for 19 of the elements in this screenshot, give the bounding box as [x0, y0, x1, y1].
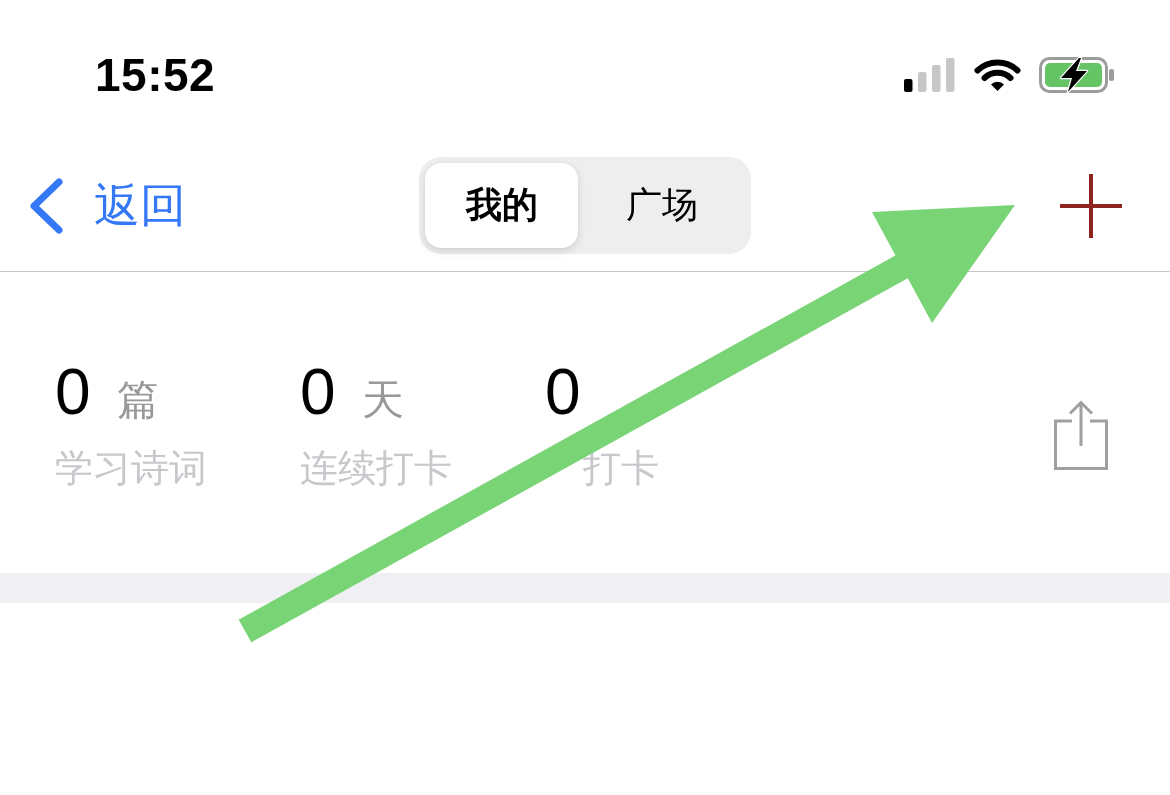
- wifi-icon: [974, 58, 1021, 92]
- chevron-left-icon: [28, 176, 64, 235]
- stat-unit: 篇: [116, 377, 159, 424]
- stat-value: 0: [545, 360, 581, 424]
- signal-icon: [904, 58, 956, 92]
- stat-unit: 天: [361, 377, 404, 424]
- segment-tab[interactable]: 我的: [425, 163, 578, 248]
- status-time: 15:52: [95, 48, 216, 102]
- plus-icon: [1060, 173, 1122, 238]
- add-button[interactable]: [1060, 173, 1122, 238]
- stat-label: 连续打卡: [300, 448, 453, 490]
- stat-label: 学习诗词: [55, 448, 208, 490]
- stat-value: 0: [55, 360, 91, 424]
- share-button[interactable]: [1054, 400, 1108, 470]
- stat-value: 0: [300, 360, 336, 424]
- share-icon: [1054, 400, 1108, 470]
- stat-label: 打卡: [583, 448, 660, 490]
- segment-tab[interactable]: 广场: [578, 163, 745, 248]
- back-button[interactable]: 返回: [28, 176, 186, 235]
